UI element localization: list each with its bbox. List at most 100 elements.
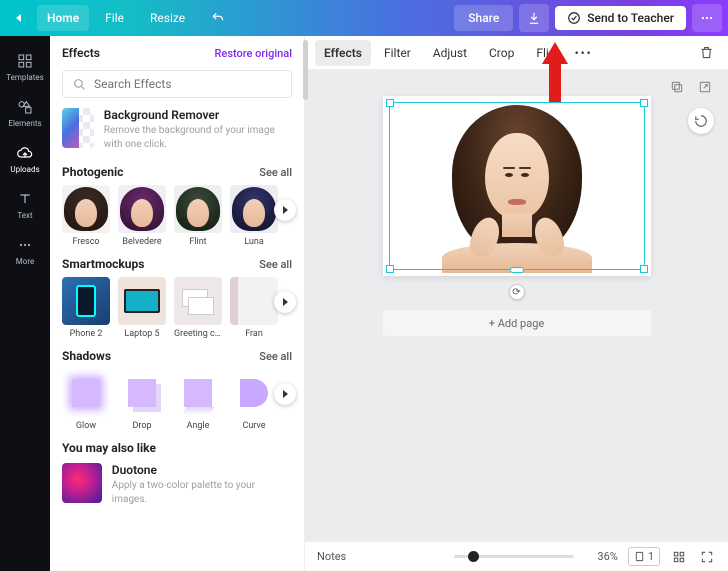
canvas-area: Effects Filter Adjust Crop Flip •••	[305, 36, 728, 571]
tab-filter[interactable]: Filter	[375, 40, 420, 66]
shadow-curve[interactable]: Curve	[230, 369, 278, 431]
tab-crop[interactable]: Crop	[480, 40, 523, 66]
mockup-phone[interactable]: Phone 2	[62, 277, 110, 339]
panel-title: Effects	[62, 46, 100, 60]
selection-box[interactable]	[389, 102, 645, 270]
duotone-sub: Apply a two-color palette to your images…	[112, 479, 292, 506]
topbar-more-button[interactable]	[692, 4, 722, 32]
tab-more[interactable]: •••	[569, 40, 599, 66]
effect-belvedere[interactable]: Belvedere	[118, 185, 166, 247]
open-page-button[interactable]	[696, 78, 714, 96]
duotone-title: Duotone	[112, 463, 292, 477]
bg-remover-sub: Remove the background of your image with…	[104, 124, 292, 151]
file-menu[interactable]: File	[95, 5, 134, 31]
templates-icon	[17, 53, 33, 69]
check-circle-icon	[567, 11, 581, 25]
delete-button[interactable]	[694, 41, 718, 65]
rail-more-label: More	[0, 257, 50, 266]
shadows-title: Shadows	[62, 349, 111, 363]
grid-view-button[interactable]	[670, 548, 688, 566]
handle-bottom-mid[interactable]	[510, 267, 524, 273]
download-icon	[527, 11, 541, 25]
undo-button[interactable]	[201, 5, 235, 31]
page-number: 1	[648, 550, 654, 563]
zoom-slider[interactable]	[454, 555, 574, 558]
chevron-left-icon	[16, 14, 21, 22]
send-to-teacher-label: Send to Teacher	[587, 11, 674, 25]
duotone-effect[interactable]: Duotone Apply a two-color palette to you…	[62, 463, 292, 506]
search-effects[interactable]	[62, 70, 292, 98]
search-icon	[73, 78, 86, 91]
tab-effects[interactable]: Effects	[315, 40, 371, 66]
trash-icon	[699, 45, 714, 60]
restore-original-link[interactable]: Restore original	[215, 47, 293, 60]
download-button[interactable]	[519, 4, 549, 32]
shadow-drop[interactable]: Drop	[118, 369, 166, 431]
panel-scrollbar[interactable]	[303, 40, 308, 100]
photogenic-next[interactable]	[274, 199, 296, 221]
page-indicator[interactable]: 1	[628, 547, 660, 566]
send-to-teacher-button[interactable]: Send to Teacher	[555, 6, 686, 30]
bg-remover-title: Background Remover	[104, 108, 292, 122]
shadow-angle[interactable]: Angle	[174, 369, 222, 431]
search-effects-input[interactable]	[94, 77, 281, 91]
smartmockups-next[interactable]	[274, 291, 296, 313]
reset-rotation-button[interactable]	[688, 108, 714, 134]
smartmockups-title: Smartmockups	[62, 257, 144, 271]
zoom-thumb[interactable]	[468, 551, 479, 562]
edit-tabs: Effects Filter Adjust Crop Flip •••	[305, 36, 728, 70]
more-icon	[17, 237, 33, 253]
rail-text-label: Text	[0, 211, 50, 220]
rotate-icon	[694, 114, 708, 128]
tab-flip[interactable]: Flip	[527, 40, 564, 66]
home-button[interactable]: Home	[37, 5, 89, 31]
share-button[interactable]: Share	[454, 5, 513, 31]
fullscreen-icon	[700, 550, 714, 564]
effect-fresco[interactable]: Fresco	[62, 185, 110, 247]
rail-templates-label: Templates	[0, 73, 50, 82]
left-rail: Templates Elements Uploads Text More	[0, 36, 50, 571]
rail-uploads[interactable]: Uploads	[0, 136, 50, 182]
duplicate-icon	[670, 80, 684, 94]
rail-elements-label: Elements	[0, 119, 50, 128]
duplicate-page-button[interactable]	[668, 78, 686, 96]
also-like-title: You may also like	[62, 441, 156, 455]
handle-bottom-left[interactable]	[386, 265, 394, 273]
background-remover[interactable]: Background Remover Remove the background…	[62, 108, 292, 151]
elements-icon	[17, 99, 33, 115]
rail-more[interactable]: More	[0, 228, 50, 274]
duotone-icon	[62, 463, 102, 503]
shadows-see-all[interactable]: See all	[259, 350, 292, 363]
rail-uploads-label: Uploads	[0, 165, 50, 174]
mockup-card[interactable]: Greeting car...	[174, 277, 222, 339]
back-button[interactable]	[6, 8, 31, 28]
handle-bottom-right[interactable]	[640, 265, 648, 273]
effect-flint[interactable]: Flint	[174, 185, 222, 247]
rail-text[interactable]: Text	[0, 182, 50, 228]
add-page-button[interactable]: + Add page	[383, 310, 651, 336]
canvas-stage[interactable]: ⟳ + Add page	[305, 70, 728, 541]
text-icon	[17, 191, 33, 207]
mockup-laptop[interactable]: Laptop 5	[118, 277, 166, 339]
canvas-page[interactable]: ⟳	[383, 96, 651, 276]
resize-button[interactable]: Resize	[140, 5, 195, 31]
rail-templates[interactable]: Templates	[0, 44, 50, 90]
undo-icon	[211, 11, 225, 25]
handle-top-left[interactable]	[386, 99, 394, 107]
effects-panel: Effects Restore original Background Remo…	[50, 36, 305, 571]
open-icon	[698, 80, 712, 94]
bottom-bar: Notes 36% 1	[305, 541, 728, 571]
rotate-handle[interactable]: ⟳	[509, 284, 525, 300]
rail-elements[interactable]: Elements	[0, 90, 50, 136]
photogenic-see-all[interactable]: See all	[259, 166, 292, 179]
mockup-frame[interactable]: Fran	[230, 277, 278, 339]
notes-button[interactable]: Notes	[317, 550, 346, 563]
fullscreen-button[interactable]	[698, 548, 716, 566]
effect-luna[interactable]: Luna	[230, 185, 278, 247]
shadow-glow[interactable]: Glow	[62, 369, 110, 431]
smartmockups-see-all[interactable]: See all	[259, 258, 292, 271]
shadows-next[interactable]	[274, 383, 296, 405]
handle-top-right[interactable]	[640, 99, 648, 107]
tab-adjust[interactable]: Adjust	[424, 40, 476, 66]
uploads-icon	[17, 145, 33, 161]
